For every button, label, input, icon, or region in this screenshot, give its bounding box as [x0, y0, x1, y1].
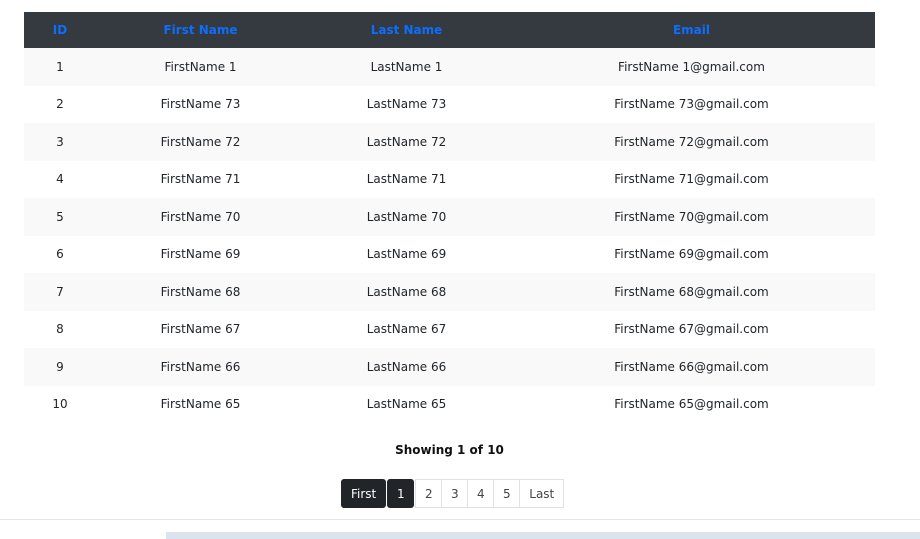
header-id[interactable]: ID	[24, 12, 96, 48]
header-first-name[interactable]: First Name	[96, 12, 305, 48]
pagination: First 1 2 3 4 5 Last	[341, 479, 565, 508]
cell-first-name: FirstName 67	[160, 322, 241, 337]
cell-last-name: LastName 65	[366, 397, 447, 412]
cell-email: FirstName 68@gmail.com	[614, 284, 769, 299]
cell-first-name: FirstName 71	[160, 172, 241, 187]
cell-last-name: LastName 68	[366, 284, 447, 299]
page-4-button[interactable]: 4	[467, 479, 495, 508]
cell-first-name: FirstName 1	[164, 59, 237, 74]
table-row: 10 FirstName 65 LastName 65 FirstName 65…	[24, 385, 875, 423]
table-row: 3 FirstName 72 LastName 72 FirstName 72@…	[24, 123, 875, 161]
cell-email: FirstName 67@gmail.com	[614, 322, 769, 337]
table-row: 8 FirstName 67 LastName 67 FirstName 67@…	[24, 310, 875, 348]
cell-email: FirstName 65@gmail.com	[614, 397, 769, 412]
cell-email: FirstName 70@gmail.com	[614, 209, 769, 224]
showing-status: Showing 1 of 10	[395, 443, 504, 457]
cell-id: 4	[56, 172, 64, 187]
cell-last-name: LastName 1	[370, 59, 443, 74]
table-row: 2 FirstName 73 LastName 73 FirstName 73@…	[24, 85, 875, 123]
users-table: ID First Name Last Name Email 1 FirstNam…	[24, 12, 875, 423]
table-row: 9 FirstName 66 LastName 66 FirstName 66@…	[24, 348, 875, 386]
cell-first-name: FirstName 72	[160, 134, 241, 149]
table-body: 1 FirstName 1 LastName 1 FirstName 1@gma…	[24, 48, 875, 423]
cell-last-name: LastName 67	[366, 322, 447, 337]
cell-email: FirstName 66@gmail.com	[614, 359, 769, 374]
cell-first-name: FirstName 69	[160, 247, 241, 262]
cell-email: FirstName 69@gmail.com	[614, 247, 769, 262]
cell-first-name: FirstName 68	[160, 284, 241, 299]
page-1-button[interactable]: 1	[387, 479, 415, 508]
table-row: 5 FirstName 70 LastName 70 FirstName 70@…	[24, 198, 875, 236]
cell-email: FirstName 72@gmail.com	[614, 134, 769, 149]
header-last-name[interactable]: Last Name	[305, 12, 508, 48]
cell-id: 2	[56, 97, 64, 112]
cell-first-name: FirstName 66	[160, 359, 241, 374]
cell-id: 3	[56, 134, 64, 149]
cell-id: 10	[52, 397, 68, 412]
page-2-button[interactable]: 2	[415, 479, 443, 508]
cell-first-name: FirstName 73	[160, 97, 241, 112]
table-row: 1 FirstName 1 LastName 1 FirstName 1@gma…	[24, 48, 875, 86]
cell-last-name: LastName 70	[366, 209, 447, 224]
cell-last-name: LastName 71	[366, 172, 447, 187]
table-row: 7 FirstName 68 LastName 68 FirstName 68@…	[24, 273, 875, 311]
cell-id: 7	[56, 284, 64, 299]
table-header: ID First Name Last Name Email	[24, 12, 875, 48]
cell-last-name: LastName 73	[366, 97, 447, 112]
cell-id: 5	[56, 209, 64, 224]
cell-last-name: LastName 66	[366, 359, 447, 374]
first-page-button[interactable]: First	[341, 479, 387, 508]
cell-id: 8	[56, 322, 64, 337]
page-3-button[interactable]: 3	[441, 479, 469, 508]
cell-email: FirstName 73@gmail.com	[614, 97, 769, 112]
cell-last-name: LastName 72	[366, 134, 447, 149]
header-row: ID First Name Last Name Email	[24, 12, 875, 48]
last-page-button[interactable]: Last	[519, 479, 565, 508]
divider	[0, 519, 920, 520]
bottom-strip	[166, 532, 920, 539]
cell-id: 1	[56, 59, 64, 74]
cell-email: FirstName 1@gmail.com	[618, 59, 765, 74]
cell-id: 6	[56, 247, 64, 262]
cell-last-name: LastName 69	[366, 247, 447, 262]
table-row: 4 FirstName 71 LastName 71 FirstName 71@…	[24, 160, 875, 198]
page-5-button[interactable]: 5	[493, 479, 521, 508]
cell-first-name: FirstName 65	[160, 397, 241, 412]
cell-first-name: FirstName 70	[160, 209, 241, 224]
cell-email: FirstName 71@gmail.com	[614, 172, 769, 187]
table-row: 6 FirstName 69 LastName 69 FirstName 69@…	[24, 235, 875, 273]
header-email[interactable]: Email	[508, 12, 875, 48]
users-table-container: ID First Name Last Name Email 1 FirstNam…	[24, 12, 875, 423]
cell-id: 9	[56, 359, 64, 374]
